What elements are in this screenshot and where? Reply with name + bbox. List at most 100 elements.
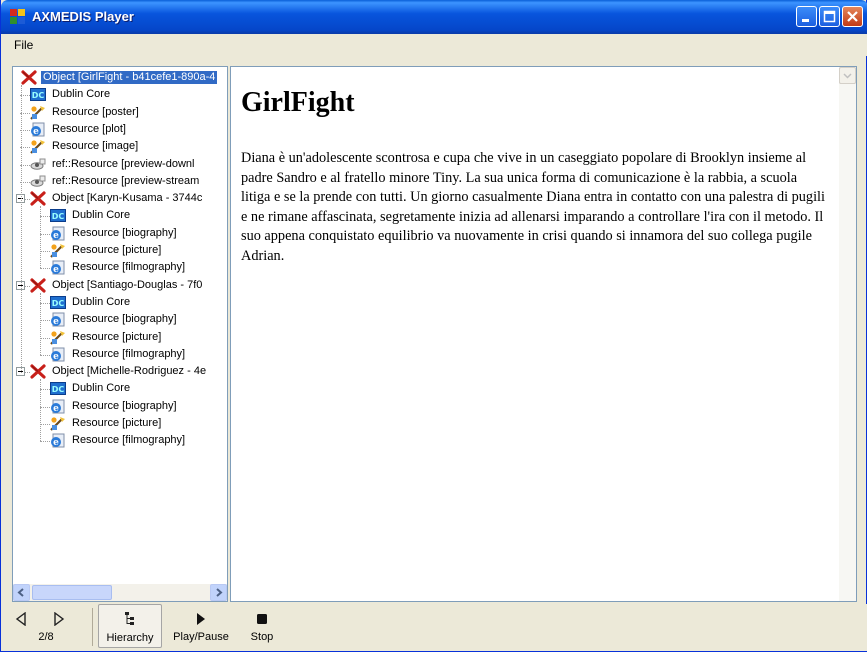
tree-horizontal-scrollbar[interactable] <box>13 584 227 601</box>
scroll-left-button[interactable] <box>13 584 30 601</box>
tree-connector <box>40 251 50 252</box>
minimize-button[interactable] <box>796 6 817 27</box>
arrow-right-icon <box>216 588 223 597</box>
html-resource-icon: e <box>50 433 66 448</box>
tree-connector <box>40 233 50 235</box>
stop-button[interactable]: Stop <box>242 604 282 648</box>
html-resource-icon: e <box>50 312 66 327</box>
tree-connector <box>40 320 50 322</box>
reference-resource-icon <box>30 174 46 189</box>
html-resource-icon: e <box>30 122 46 137</box>
tree-connector <box>21 85 22 374</box>
scroll-down-button[interactable] <box>839 67 856 84</box>
hierarchy-icon <box>125 612 134 625</box>
maximize-icon <box>823 10 836 23</box>
svg-text:DC: DC <box>52 385 65 394</box>
maximize-button[interactable] <box>819 6 840 27</box>
scroll-thumb[interactable] <box>32 585 112 600</box>
stop-icon <box>257 614 267 624</box>
axmedis-app-icon <box>10 9 26 25</box>
tree-node-label: Resource [picture] <box>72 330 162 343</box>
tree-node-label: Resource [filmography] <box>72 434 186 447</box>
image-resource-icon <box>30 105 46 120</box>
tree-node-label: Resource [picture] <box>72 417 162 429</box>
image-resource-icon <box>50 243 66 258</box>
axmedis-object-icon <box>30 191 46 206</box>
tree-node-label: Resource [plot] <box>52 122 126 135</box>
tree-connector <box>40 206 41 269</box>
play-icon <box>197 613 205 625</box>
dublin-core-icon: DC <box>30 87 46 102</box>
content-vertical-scrollbar[interactable] <box>839 67 856 601</box>
html-resource-icon: e <box>50 260 66 275</box>
scroll-right-button[interactable] <box>210 584 227 601</box>
toolbar-separator <box>92 608 93 646</box>
tree-connector <box>40 389 50 391</box>
app-window: AXMEDIS Player File Object [GirlFight - … <box>0 0 867 652</box>
tree-connector <box>40 337 50 339</box>
player-toolbar: 2/8 Hierarchy Play/Pause Stop <box>2 604 867 651</box>
tree-connector <box>40 302 50 304</box>
image-resource-icon <box>50 416 66 431</box>
tree-connector <box>40 268 50 270</box>
dublin-core-icon: DC <box>50 208 66 223</box>
svg-text:DC: DC <box>52 212 65 221</box>
play-pause-button[interactable]: Play/Pause <box>170 604 232 648</box>
close-icon <box>847 11 858 22</box>
content-viewer[interactable]: GirlFight Diana è un'adolescente scontro… <box>230 66 857 602</box>
tree-node-label: ref::Resource [preview-stream <box>52 174 200 187</box>
html-resource-icon: e <box>50 399 66 414</box>
axmedis-object-icon <box>30 277 46 293</box>
image-resource-icon <box>50 330 66 345</box>
tree-node-label: Object [Michelle-Rodriguez - 4e <box>52 365 207 378</box>
minimize-icon <box>802 19 809 22</box>
tree-node-label: Resource [biography] <box>72 399 177 412</box>
tree-node-label: Resource [image] <box>52 140 139 153</box>
tree-node-label: Dublin Core <box>72 295 131 308</box>
svg-text:DC: DC <box>32 91 45 100</box>
hierarchy-tree[interactable]: Object [GirlFight - b41cefe1-890a-4 DC Dub… <box>12 66 228 602</box>
arrow-left-icon <box>17 588 24 597</box>
tree-node-label: Resource [filmography] <box>72 347 186 360</box>
menu-bar: File <box>2 34 867 56</box>
tree-node-label: Dublin Core <box>72 209 131 222</box>
tree-node-label: Resource [poster] <box>52 105 139 118</box>
tree-connector <box>40 424 50 425</box>
tree-connector <box>40 406 50 408</box>
content-body: Diana è un'adolescente scontrosa e cupa … <box>241 150 826 264</box>
tree-node-label: Object [GirlFight - b41cefe1-890a-4 <box>41 71 218 84</box>
tree-connector <box>40 354 50 356</box>
content-title: GirlFight <box>241 87 355 118</box>
svg-text:e: e <box>53 438 59 448</box>
window-title: AXMEDIS Player <box>32 9 134 24</box>
tree-connector <box>40 292 41 355</box>
tree-node-label: Resource [picture] <box>72 244 162 256</box>
tree-node-label: Resource [filmography] <box>72 261 186 274</box>
axmedis-object-icon <box>21 70 37 85</box>
image-resource-icon <box>30 139 46 154</box>
tree-node-label: ref::Resource [preview-downl <box>52 157 195 170</box>
menu-file[interactable]: File <box>14 38 33 52</box>
axmedis-object-icon <box>30 364 46 379</box>
svg-text:e: e <box>53 231 59 241</box>
svg-text:e: e <box>53 352 59 362</box>
svg-text:e: e <box>33 127 39 137</box>
dublin-core-icon: DC <box>50 295 66 310</box>
tree-node-label: Resource [biography] <box>72 226 177 239</box>
close-button[interactable] <box>842 6 863 27</box>
tree-node-label: Dublin Core <box>72 382 131 395</box>
svg-text:DC: DC <box>52 299 65 308</box>
tree-connector <box>40 216 50 218</box>
hierarchy-button[interactable]: Hierarchy <box>98 604 162 648</box>
tree-node-label: Dublin Core <box>52 88 111 101</box>
tree-node-label: Object [Karyn-Kusama - 3744c <box>52 192 203 205</box>
title-bar[interactable]: AXMEDIS Player <box>1 0 867 34</box>
tree-node-label: Resource [biography] <box>72 313 177 326</box>
reference-resource-icon <box>30 157 46 172</box>
dublin-core-icon: DC <box>50 381 66 396</box>
svg-text:e: e <box>53 265 59 275</box>
arrow-down-icon <box>843 73 852 79</box>
svg-text:e: e <box>53 317 59 327</box>
html-resource-icon: e <box>50 226 66 241</box>
tree-node-label: Object [Santiago-Douglas - 7f0 <box>52 278 203 291</box>
